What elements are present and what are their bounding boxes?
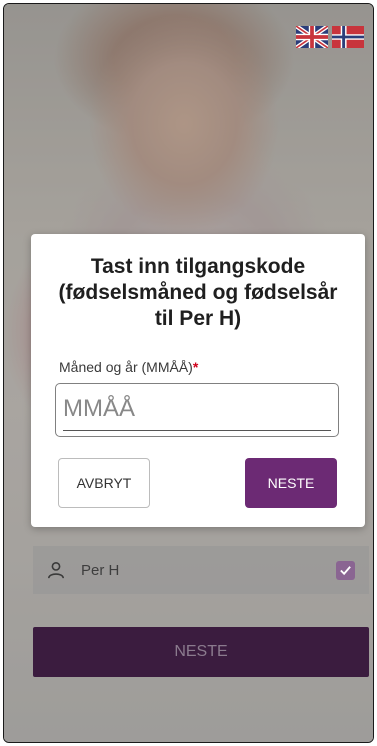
next-button-disabled[interactable]: NESTE [33, 627, 369, 677]
dialog-title-line: til Per H) [154, 307, 242, 330]
required-marker: * [192, 359, 199, 375]
checkmark-icon [340, 565, 351, 575]
language-selector [296, 26, 364, 48]
next-button[interactable]: NESTE [245, 458, 337, 508]
list-item[interactable]: Per H [33, 546, 369, 594]
dialog-title: Tast inn tilgangskode (fødselsmåned og f… [41, 254, 355, 332]
user-name: Per H [81, 561, 120, 579]
access-code-input[interactable] [63, 387, 331, 431]
dialog-title-line: Tast inn tilgangskode [90, 255, 306, 278]
field-label: Måned og år (MMÅÅ)* [59, 359, 198, 375]
access-code-dialog: Tast inn tilgangskode (fødselsmåned og f… [31, 234, 365, 527]
cancel-button[interactable]: AVBRYT [58, 458, 150, 508]
field-label-text: Måned og år (MMÅÅ) [59, 359, 193, 375]
dialog-title-line: (fødselsmåned og fødselsår [58, 281, 338, 304]
user-checkbox[interactable] [336, 560, 355, 580]
person-icon [47, 561, 65, 579]
uk-flag-icon[interactable] [296, 26, 328, 48]
norway-flag-icon[interactable] [332, 26, 364, 48]
access-code-field [55, 383, 339, 437]
